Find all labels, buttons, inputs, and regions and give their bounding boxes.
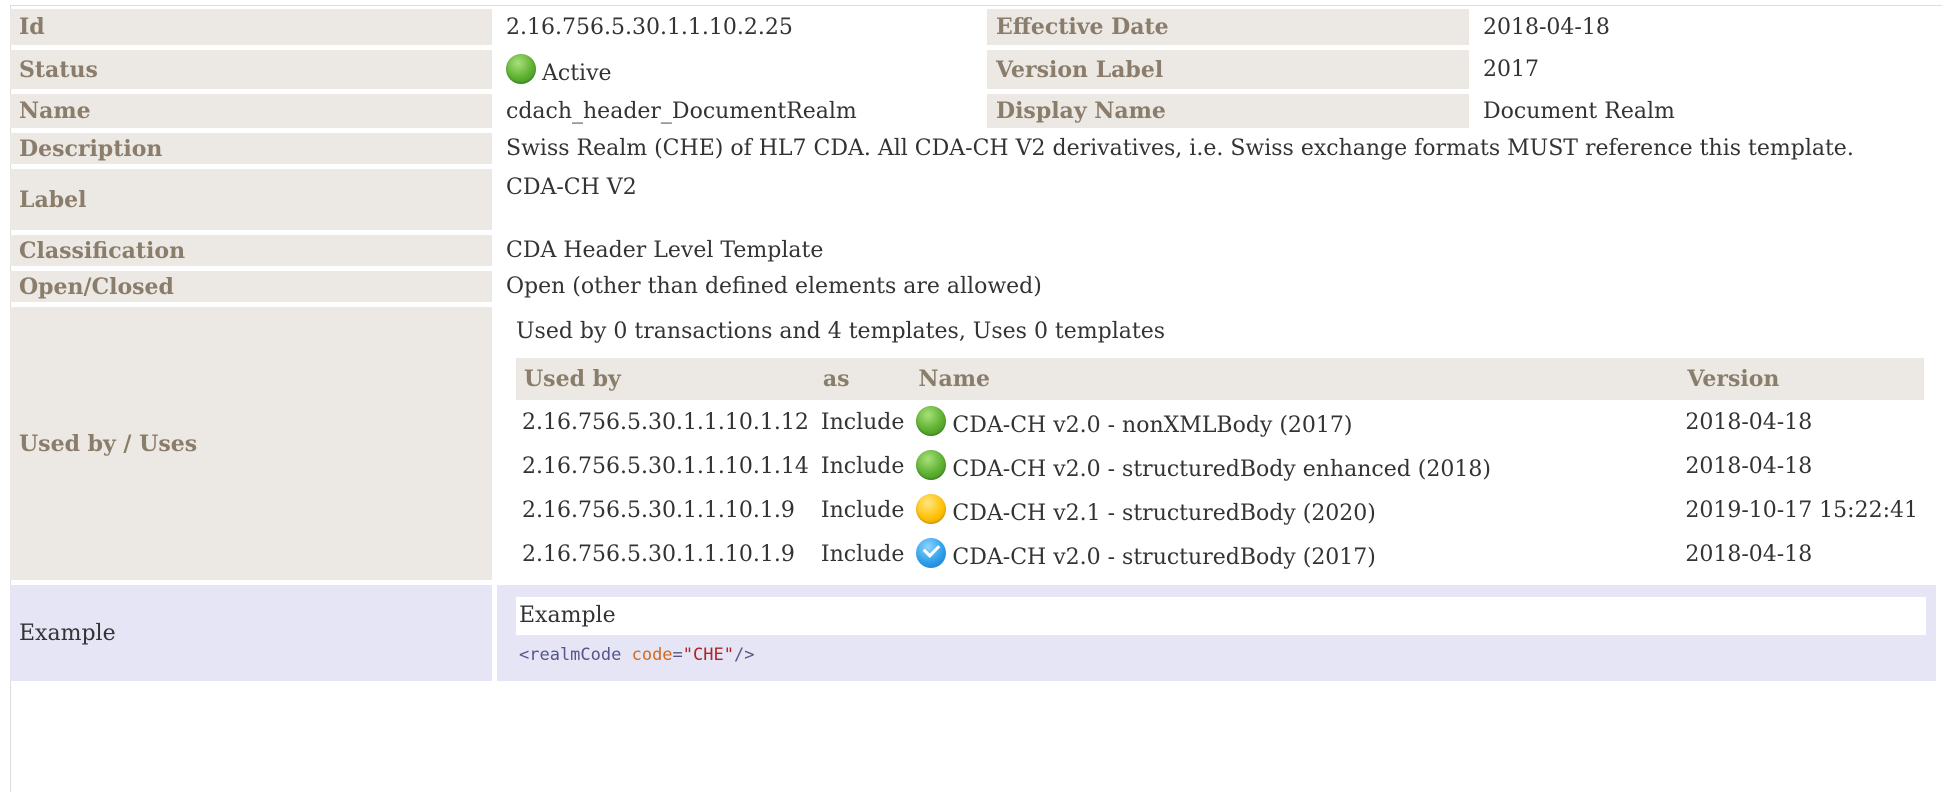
col-version: Version [1679, 358, 1924, 400]
xml-value: "CHE" [682, 645, 734, 665]
template-link[interactable]: CDA-CH v2.0 - structuredBody enhanced (2… [952, 457, 1491, 482]
table-row: 2.16.756.5.30.1.1.10.1.14 Include CDA-CH… [516, 444, 1924, 488]
table-row: 2.16.756.5.30.1.1.10.1.9 Include CDA-CH … [516, 532, 1924, 576]
row-as-cell: Include [820, 453, 905, 479]
row-classification: Classification CDA Header Level Template [10, 235, 1936, 266]
col-name: Name [910, 358, 1680, 400]
example-code: <realmCode code="CHE"/> [516, 635, 1926, 675]
template-link[interactable]: CDA-CH v2.0 - nonXMLBody (2017) [952, 413, 1352, 438]
status-label: Status [10, 50, 492, 89]
label-value: CDA-CH V2 [497, 169, 1936, 230]
used-by-panel: Used by 0 transactions and 4 templates, … [497, 307, 1936, 580]
status-value: Active [497, 50, 987, 89]
status-text: Active [542, 60, 612, 86]
version-label-label: Version Label [987, 50, 1469, 89]
xml-attribute: code [631, 645, 673, 665]
display-name-value: Document Realm [1474, 94, 1936, 128]
row-id-cell: 2.16.756.5.30.1.1.10.1.14 [522, 453, 809, 479]
name-value: cdach_header_DocumentRealm [497, 94, 987, 128]
status-active-icon [506, 53, 536, 84]
row-used-by: Used by / Uses Used by 0 transactions an… [10, 307, 1936, 580]
xml-equals: = [672, 645, 683, 665]
status-final-check-icon [916, 538, 947, 568]
used-by-table: Used by as Name Version 2.16.756.5.30.1.… [516, 358, 1924, 576]
label-label: Label [10, 169, 492, 230]
row-example: Example Example <realmCode code="CHE"/> [10, 585, 1936, 681]
row-name-cell[interactable]: CDA-CH v2.1 - structuredBody (2020) [910, 488, 1679, 532]
row-version-cell: 2018-04-18 [1685, 409, 1813, 435]
row-name-cell[interactable]: CDA-CH v2.0 - structuredBody (2017) [910, 532, 1679, 576]
row-id: Id 2.16.756.5.30.1.1.10.2.25 Effective D… [10, 9, 1936, 45]
description-value: Swiss Realm (CHE) of HL7 CDA. All CDA-CH… [497, 133, 1936, 164]
row-id-cell: 2.16.756.5.30.1.1.10.1.9 [522, 541, 795, 567]
description-label: Description [10, 133, 492, 164]
row-as-cell: Include [820, 409, 905, 435]
row-name: Name cdach_header_DocumentRealm Display … [10, 94, 1936, 128]
status-active-icon [916, 450, 947, 480]
row-as-cell: Include [820, 497, 905, 523]
col-as: as [814, 358, 911, 400]
template-link[interactable]: CDA-CH v2.1 - structuredBody (2020) [952, 501, 1375, 526]
example-panel: Example <realmCode code="CHE"/> [497, 585, 1936, 681]
name-label: Name [10, 94, 492, 128]
classification-label: Classification [10, 235, 492, 266]
classification-value: CDA Header Level Template [497, 235, 1936, 266]
status-draft-icon [916, 494, 947, 524]
used-by-label: Used by / Uses [10, 307, 492, 580]
id-value: 2.16.756.5.30.1.1.10.2.25 [497, 9, 987, 45]
table-row: 2.16.756.5.30.1.1.10.1.12 Include CDA-CH… [516, 400, 1924, 444]
example-title: Example [516, 597, 1926, 635]
row-open-closed: Open/Closed Open (other than defined ele… [10, 271, 1936, 302]
row-name-cell[interactable]: CDA-CH v2.0 - structuredBody enhanced (2… [910, 444, 1679, 488]
row-version-cell: 2019-10-17 15:22:41 [1685, 497, 1918, 523]
row-label: Label CDA-CH V2 [10, 169, 1936, 230]
open-closed-label: Open/Closed [10, 271, 492, 302]
row-version-cell: 2018-04-18 [1685, 453, 1813, 479]
version-label-value: 2017 [1474, 50, 1936, 89]
id-label: Id [10, 9, 492, 45]
template-link[interactable]: CDA-CH v2.0 - structuredBody (2017) [952, 545, 1375, 570]
used-by-header-row: Used by as Name Version [516, 358, 1924, 400]
display-name-label: Display Name [987, 94, 1469, 128]
status-active-icon [916, 406, 947, 436]
effective-date-label: Effective Date [987, 9, 1469, 45]
effective-date-value: 2018-04-18 [1474, 9, 1936, 45]
row-name-cell[interactable]: CDA-CH v2.0 - nonXMLBody (2017) [910, 400, 1679, 444]
row-id-cell: 2.16.756.5.30.1.1.10.1.9 [522, 497, 795, 523]
xml-tag-close: /> [733, 645, 755, 665]
template-details-table: Id 2.16.756.5.30.1.1.10.2.25 Effective D… [10, 4, 1936, 686]
example-label: Example [10, 585, 492, 681]
row-as-cell: Include [820, 541, 905, 567]
row-status: Status Active Version Label 2017 [10, 50, 1936, 89]
open-closed-value: Open (other than defined elements are al… [497, 271, 1936, 302]
col-used-by: Used by [516, 358, 815, 400]
used-by-summary: Used by 0 transactions and 4 templates, … [516, 319, 1166, 344]
xml-tag-open: <realmCode [519, 645, 632, 665]
row-version-cell: 2018-04-18 [1685, 541, 1813, 567]
row-description: Description Swiss Realm (CHE) of HL7 CDA… [10, 133, 1936, 164]
row-id-cell: 2.16.756.5.30.1.1.10.1.12 [522, 409, 809, 435]
table-row: 2.16.756.5.30.1.1.10.1.9 Include CDA-CH … [516, 488, 1924, 532]
